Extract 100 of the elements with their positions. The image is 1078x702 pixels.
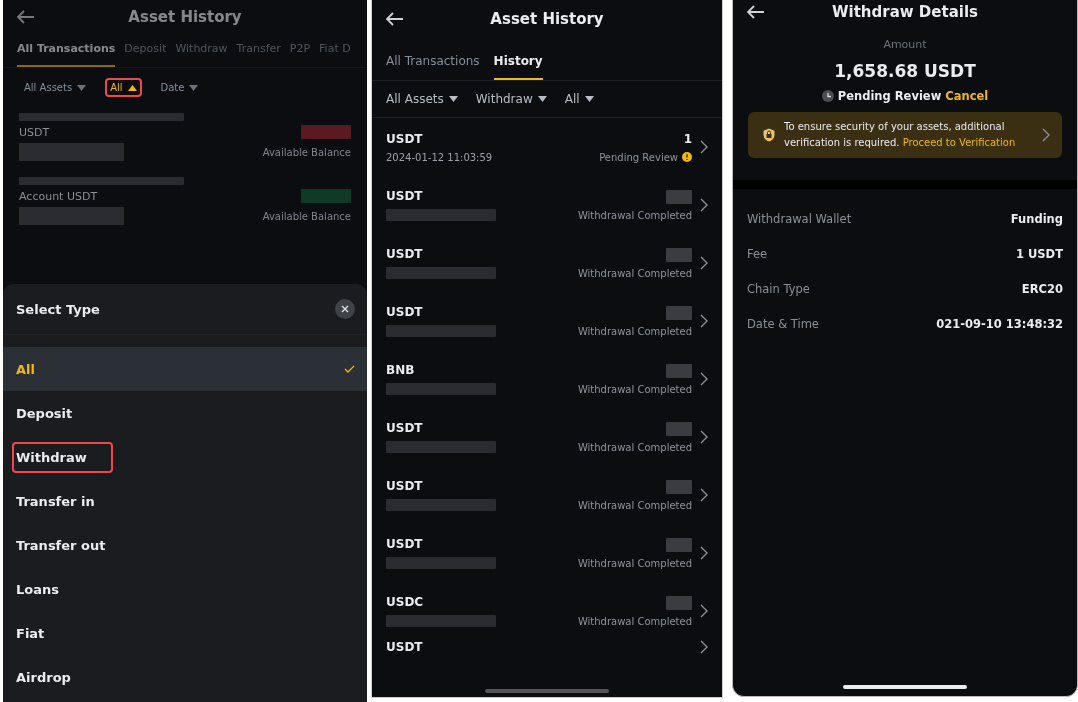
type-option[interactable]: Deposit	[3, 391, 367, 435]
detail-value: ERC20	[1021, 281, 1063, 296]
transaction-row[interactable]: USDT Withdrawal Completed	[372, 292, 722, 350]
clock-icon	[821, 90, 834, 102]
option-label: All	[15, 360, 36, 379]
chevron-right-icon	[700, 256, 708, 270]
screen-title: Asset History	[128, 8, 242, 26]
caret-down-icon	[448, 96, 458, 102]
chevron-right-icon	[700, 314, 708, 328]
check-icon	[344, 365, 355, 373]
balance-label: Available Balance	[262, 210, 351, 222]
close-button[interactable]	[335, 299, 355, 319]
blurred-block	[666, 189, 692, 204]
asset-name: USDC	[386, 595, 425, 609]
verification-message: To ensure security of your assets, additional verification is required. Proceed to Verification	[784, 120, 1017, 150]
chevron-right-icon	[700, 140, 708, 154]
option-label: Withdraw	[12, 441, 113, 473]
chevron-right-icon	[700, 640, 708, 654]
cancel-link[interactable]: Cancel	[945, 89, 989, 103]
detail-label: Chain Type	[747, 281, 810, 296]
status-text: Withdrawal Completed	[577, 325, 692, 337]
asset-name: USDT	[386, 537, 424, 551]
tab[interactable]: All Transactions	[386, 46, 480, 80]
type-option[interactable]: Airdrop	[3, 655, 367, 699]
caret-down-icon	[189, 84, 199, 91]
asset-name: USDT	[19, 125, 50, 139]
chevron-right-icon	[700, 488, 708, 502]
status-text: Withdrawal Completed	[577, 557, 692, 569]
back-arrow-icon[interactable]	[386, 12, 404, 26]
status-text: Withdrawal Completed	[577, 209, 692, 221]
transaction-row[interactable]: USDT Withdrawal Completed	[372, 524, 722, 582]
detail-label: Fee	[747, 246, 768, 261]
caret-down-icon	[584, 96, 594, 102]
filter-dropdown[interactable]: Withdraw	[475, 92, 547, 106]
sheet-title: Select Type	[16, 301, 100, 317]
close-icon	[341, 305, 349, 313]
type-option[interactable]: Fiat	[3, 611, 367, 655]
amount-label: Amount	[883, 38, 927, 51]
option-label: Fiat	[15, 624, 46, 643]
balance-label: Available Balance	[262, 146, 351, 158]
status-text: Withdrawal Completed	[577, 383, 692, 395]
transaction-row[interactable]: BNB Withdrawal Completed	[372, 350, 722, 408]
caret-down-icon	[77, 84, 87, 91]
transaction-row[interactable]: USDT Withdrawal Completed	[372, 234, 722, 292]
blurred-block	[666, 479, 692, 494]
caret-down-icon	[537, 96, 547, 102]
detail-value: 021-09-10 13:48:32	[936, 316, 1063, 331]
asset-name: USDT	[386, 189, 424, 203]
screen-title: Withdraw Details	[832, 3, 978, 21]
option-label: Transfer in	[15, 492, 96, 511]
filter-dropdown[interactable]: Date	[155, 78, 204, 97]
blurred-block	[666, 421, 692, 436]
amount-value: 1,658.68 USDT	[834, 61, 976, 81]
detail-value: 1 USDT	[1015, 246, 1063, 261]
blurred-block	[666, 537, 692, 552]
type-option[interactable]: Transfer out	[3, 523, 367, 567]
tab[interactable]: All Transactions	[17, 34, 116, 67]
filter-dropdown[interactable]: All Assets	[386, 92, 458, 106]
caret-up-icon	[127, 84, 137, 91]
chevron-right-icon	[700, 430, 708, 444]
type-option[interactable]: All	[3, 347, 367, 391]
transaction-row[interactable]: USDT Withdrawal Completed	[372, 408, 722, 466]
filter-dropdown[interactable]: All Assets	[19, 78, 92, 97]
option-label: Transfer out	[15, 536, 107, 555]
type-option[interactable]: Withdraw	[3, 435, 367, 479]
status-text: Pending Review	[599, 151, 678, 163]
transaction-date: 2024-01-12 11:03:59	[386, 151, 494, 163]
transaction-row[interactable]: USDT 2024-01-12 11:03:59 1 Pending Review	[372, 118, 722, 176]
status-text: Withdrawal Completed	[577, 499, 692, 511]
asset-name: USDT	[386, 305, 424, 319]
transaction-amount: 1	[683, 131, 692, 146]
status-text: Withdrawal Completed	[577, 615, 692, 627]
chevron-right-icon	[700, 198, 708, 212]
asset-name: USDT	[386, 421, 424, 435]
tab[interactable]: History	[493, 46, 543, 80]
type-option[interactable]: Loans	[3, 567, 367, 611]
blurred-block	[666, 363, 692, 378]
type-option[interactable]: Transfer in	[3, 479, 367, 523]
screen-title: Asset History	[490, 10, 604, 28]
asset-name: USDT	[386, 640, 424, 654]
status-text: Withdrawal Completed	[577, 441, 692, 453]
verification-banner[interactable]: To ensure security of your assets, additional verification is required. Proceed to Verification	[748, 112, 1062, 158]
blurred-block	[666, 595, 692, 610]
chevron-right-icon	[700, 546, 708, 560]
chevron-right-icon	[700, 604, 708, 618]
asset-name: USDT	[386, 247, 424, 261]
transaction-row[interactable]: USDT Withdrawal Completed	[372, 176, 722, 234]
verification-link[interactable]: Proceed to Verification	[902, 137, 1016, 148]
option-label: Loans	[15, 580, 60, 599]
filter-dropdown[interactable]: All	[105, 78, 142, 97]
back-arrow-icon[interactable]	[747, 5, 765, 19]
transaction-row[interactable]: USDC Withdrawal Completed	[372, 582, 722, 640]
transaction-row[interactable]: USDT	[372, 640, 722, 668]
chevron-right-icon	[1042, 128, 1050, 142]
asset-name: Account USDT	[19, 189, 98, 203]
blurred-block	[666, 305, 692, 320]
detail-label: Date & Time	[747, 316, 819, 331]
transaction-row[interactable]: USDT Withdrawal Completed	[372, 466, 722, 524]
filter-dropdown[interactable]: All	[564, 92, 594, 106]
option-label: Airdrop	[15, 668, 72, 687]
